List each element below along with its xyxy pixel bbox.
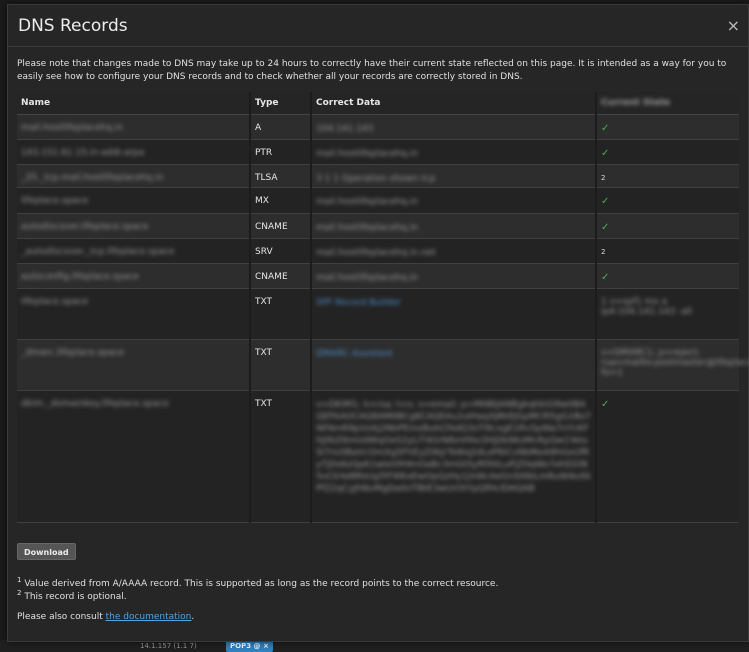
record-status: 1 v=spf1 mx a ip4:104.141.143 -all xyxy=(595,288,739,340)
record-type: TLSA xyxy=(249,164,312,188)
consult-line: Please also consult the documentation. xyxy=(17,612,194,622)
dns-records-table: Name Type Correct Data Current State mai… xyxy=(17,92,749,523)
record-type: A xyxy=(249,114,312,140)
check-icon: ✓ xyxy=(595,139,739,165)
table-row: lifeplace.space MX mail.hostlifeplacehq.in… xyxy=(17,187,739,214)
close-icon[interactable]: × xyxy=(727,16,740,35)
download-button[interactable]: Download xyxy=(17,543,76,560)
record-name: autoconfig.lifeplace.space xyxy=(17,263,250,289)
check-icon: ✓ xyxy=(595,213,739,239)
record-name: lifeplace.space xyxy=(17,288,250,340)
consult-prefix: Please also consult xyxy=(17,612,106,622)
intro-text: Please note that changes made to DNS may… xyxy=(17,59,727,82)
check-icon: ✓ xyxy=(595,390,739,523)
check-icon: ✓ xyxy=(595,263,739,289)
record-data[interactable]: SPF Record Builder xyxy=(311,288,596,340)
record-type: MX xyxy=(249,187,312,214)
footnote-2-text: This record is optional. xyxy=(24,592,127,602)
record-type: TXT xyxy=(249,339,312,391)
record-status: 2 xyxy=(595,238,739,264)
column-header-data: Correct Data xyxy=(311,92,596,115)
record-name: mail.hostlifeplacehq.in xyxy=(17,114,250,140)
table-header-row: Name Type Correct Data Current State xyxy=(17,92,739,115)
record-data: 3 1 1 Operation shown tcp xyxy=(311,164,596,188)
record-data: mail.hostlifeplacehq.in xyxy=(311,187,596,214)
record-type: TXT xyxy=(249,288,312,340)
table-row: mail.hostlifeplacehq.in A 104.141.143 ✓ xyxy=(17,114,739,140)
record-name: _25._tcp.mail.hostlifeplacehq.in xyxy=(17,164,250,188)
record-name: autodiscover.lifeplace.space xyxy=(17,213,250,239)
record-status: 2 xyxy=(595,164,739,188)
record-name: lifeplace.space xyxy=(17,187,250,214)
background-snippet: 14.1.157 (1.1 7) xyxy=(140,642,197,650)
table-row: autoconfig.lifeplace.space CNAME mail.host… xyxy=(17,263,739,289)
table-row: lifeplace.space TXT SPF Record Builder 1 v=… xyxy=(17,288,739,340)
record-name: 143.151.61.15.in-addr.arpa xyxy=(17,139,250,165)
table-row: _dmarc.lifeplace.space TXT DMARC Assistant… xyxy=(17,339,749,391)
footnote-1-text: Value derived from A/AAAA record. This i… xyxy=(24,579,499,589)
column-header-type: Type xyxy=(249,92,312,115)
record-type: CNAME xyxy=(249,263,312,289)
table-row: _autodiscover._tcp.lifeplace.space SRV mai… xyxy=(17,238,739,264)
record-data: mail.hostlifeplacehq.in.net xyxy=(311,238,596,264)
record-type: CNAME xyxy=(249,213,312,239)
table-row: 143.151.61.15.in-addr.arpa PTR mail.hostli… xyxy=(17,139,739,165)
record-status: v=DMARC1; p=reject; rua=mailto:postmaste… xyxy=(595,339,749,391)
record-name: dkim._domainkey.lifeplace.space xyxy=(17,390,250,523)
check-icon: ✓ xyxy=(595,114,739,140)
record-type: PTR xyxy=(249,139,312,165)
consult-suffix: . xyxy=(191,612,195,622)
record-data: mail.hostlifeplacehq.in xyxy=(311,139,596,165)
table-row: autodiscover.lifeplace.space CNAME mail.ho… xyxy=(17,213,739,239)
record-type: SRV xyxy=(249,238,312,264)
record-name: _dmarc.lifeplace.space xyxy=(17,339,250,391)
dns-records-modal: DNS Records × Please note that changes m… xyxy=(7,4,749,642)
record-data[interactable]: DMARC Assistant xyxy=(311,339,596,391)
table-row: _25._tcp.mail.hostlifeplacehq.in TLSA 3 1 … xyxy=(17,164,739,188)
column-header-status: Current State xyxy=(595,92,739,115)
record-name: _autodiscover._tcp.lifeplace.space xyxy=(17,238,250,264)
record-data: mail.hostlifeplacehq.in xyxy=(311,263,596,289)
modal-title: DNS Records xyxy=(18,15,128,36)
column-header-name: Name xyxy=(17,92,250,115)
record-type: TXT xyxy=(249,390,312,523)
footnote-2: 2 This record is optional. xyxy=(17,589,127,602)
record-data: v=DKIM1; k=rsa; t=s; s=email; p=MIIBIjAN… xyxy=(311,390,596,523)
footnote-1: 1 Value derived from A/AAAA record. This… xyxy=(17,576,499,589)
modal-header: DNS Records × xyxy=(8,5,748,47)
record-data: 104.141.143 xyxy=(311,114,596,140)
documentation-link[interactable]: the documentation xyxy=(106,612,192,622)
check-icon: ✓ xyxy=(595,187,739,214)
record-data: mail.hostlifeplacehq.in xyxy=(311,213,596,239)
table-row: dkim._domainkey.lifeplace.space TXT v=DKIM… xyxy=(17,390,739,523)
